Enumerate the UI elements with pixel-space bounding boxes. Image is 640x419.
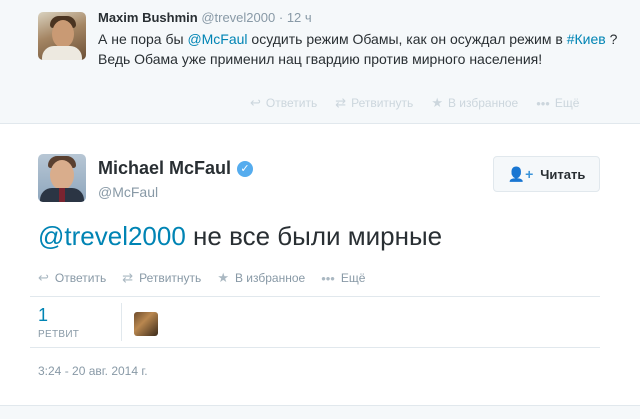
reply-button[interactable]: ↩ Ответить bbox=[38, 270, 106, 286]
avatar[interactable] bbox=[38, 12, 86, 60]
avatar-tie bbox=[59, 188, 65, 202]
stats-divider bbox=[121, 303, 122, 341]
retweeter-avatar[interactable] bbox=[134, 312, 158, 336]
tweet-header: Maxim Bushmin @trevel2000 · 12 ч bbox=[98, 10, 312, 25]
reply-label: Ответить bbox=[54, 271, 107, 285]
favorite-label: В избранное bbox=[234, 271, 306, 285]
avatar-face bbox=[50, 160, 74, 190]
retweet-icon: ⇄ bbox=[122, 270, 134, 285]
reply-label: Ответить bbox=[265, 96, 318, 110]
retweet-count-label: РЕТВИТ bbox=[38, 329, 80, 340]
tweet-text: @trevel2000 не все были мирные bbox=[38, 218, 442, 254]
mention-link[interactable]: @McFaul bbox=[187, 31, 247, 47]
author-name[interactable]: Michael McFaul bbox=[98, 158, 231, 179]
favorite-label: В избранное bbox=[447, 96, 519, 110]
retweet-label: Ретвитнуть bbox=[351, 96, 414, 110]
avatar-shirt bbox=[42, 46, 82, 60]
tweet-actions: ↩ Ответить ⇄ Ретвитнуть ★ В избранное ••… bbox=[38, 270, 365, 286]
author-name[interactable]: Maxim Bushmin bbox=[98, 10, 198, 25]
author-handle[interactable]: @McFaul bbox=[98, 184, 158, 200]
more-button[interactable]: ••• Ещё bbox=[536, 95, 579, 111]
retweet-icon: ⇄ bbox=[335, 95, 347, 110]
reply-button[interactable]: ↩ Ответить bbox=[250, 95, 317, 111]
favorite-button[interactable]: ★ В избранное bbox=[431, 95, 518, 111]
tweet-text: А не пора бы @McFaul осудить режим Обамы… bbox=[98, 29, 618, 69]
follow-button[interactable]: 👤+ Читать bbox=[493, 156, 600, 192]
tweet-time[interactable]: 12 ч bbox=[287, 10, 312, 25]
retweet-button[interactable]: ⇄ Ретвитнуть bbox=[335, 95, 413, 111]
add-user-icon: 👤+ bbox=[507, 165, 534, 182]
tweet-actions: ↩ Ответить ⇄ Ретвитнуть ★ В избранное ••… bbox=[250, 95, 579, 111]
tweet-stats: 1 РЕТВИТ bbox=[30, 296, 600, 348]
more-label: Ещё bbox=[340, 271, 366, 285]
text-part: осудить режим Обамы, как он осуждал режи… bbox=[247, 31, 567, 47]
text-body: не все были мирные bbox=[185, 221, 443, 251]
star-icon: ★ bbox=[217, 270, 229, 285]
retweet-label: Ретвитнуть bbox=[139, 271, 202, 285]
reply-arrow-icon: ↩ bbox=[38, 270, 49, 285]
retweet-button[interactable]: ⇄ Ретвитнуть bbox=[122, 270, 201, 286]
more-label: Ещё bbox=[554, 96, 580, 110]
tweet-timestamp[interactable]: 3:24 - 20 авг. 2014 г. bbox=[38, 364, 148, 378]
author-name-row: Michael McFaul ✓ bbox=[98, 158, 254, 179]
avatar-face bbox=[52, 20, 74, 48]
text-part: А не пора бы bbox=[98, 31, 188, 47]
reply-arrow-icon: ↩ bbox=[250, 95, 261, 110]
dots-icon: ••• bbox=[536, 95, 550, 111]
more-button[interactable]: ••• Ещё bbox=[321, 270, 365, 286]
separator-dot: · bbox=[278, 10, 284, 25]
verified-badge-icon: ✓ bbox=[237, 160, 254, 177]
dots-icon: ••• bbox=[321, 270, 335, 286]
avatar[interactable] bbox=[38, 154, 86, 202]
hashtag-link[interactable]: #Киев bbox=[567, 31, 606, 47]
retweet-count[interactable]: 1 bbox=[38, 305, 48, 326]
star-icon: ★ bbox=[431, 95, 443, 110]
next-section-edge bbox=[0, 406, 640, 419]
mention-link[interactable]: @trevel2000 bbox=[38, 221, 186, 251]
favorite-button[interactable]: ★ В избранное bbox=[217, 270, 305, 286]
parent-tweet: Maxim Bushmin @trevel2000 · 12 ч А не по… bbox=[0, 0, 640, 124]
author-handle[interactable]: @trevel2000 bbox=[201, 10, 275, 25]
follow-label: Читать bbox=[540, 166, 586, 182]
